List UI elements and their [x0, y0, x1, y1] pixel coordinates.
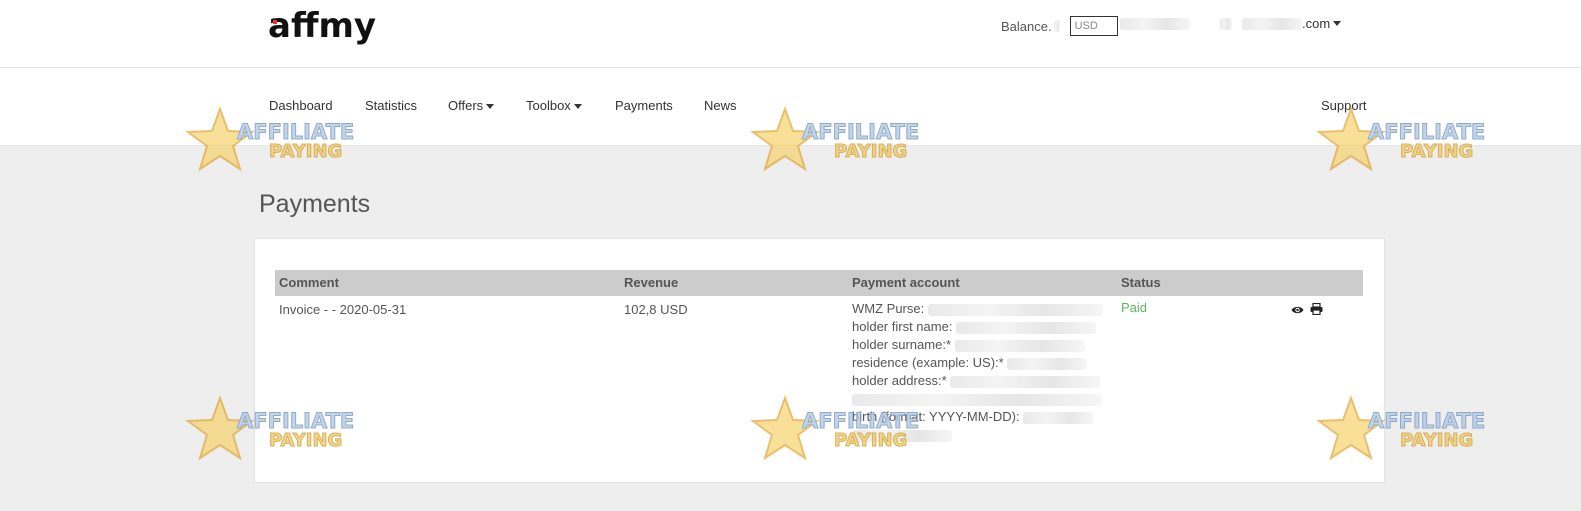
- brand-logo[interactable]: affmy: [268, 6, 376, 46]
- status-badge: Paid: [1121, 300, 1148, 315]
- chevron-down-icon: [573, 104, 582, 110]
- page: affmy Balance. USD .com Dashboard Statis…: [0, 0, 1581, 511]
- nav-support[interactable]: Support: [1321, 98, 1367, 113]
- nav-statistics[interactable]: Statistics: [365, 98, 417, 113]
- balance: Balance. USD: [1001, 16, 1118, 36]
- payment-line: residence (example: US):*: [852, 354, 1112, 372]
- payment-line: holder address:*: [852, 372, 1112, 390]
- column-header-revenue: Revenue: [624, 275, 679, 290]
- eye-icon[interactable]: [1291, 302, 1304, 320]
- account-redacted-3: [1242, 17, 1302, 30]
- payment-line: birth (format: YYYY-MM-DD):: [852, 408, 1112, 426]
- page-title: Payments: [259, 190, 371, 218]
- account-redacted-1: [1120, 17, 1190, 30]
- logo-accent: [273, 20, 277, 24]
- chevron-down-icon: [1333, 21, 1342, 26]
- payment-line: holder surname:*: [852, 336, 1112, 354]
- column-header-comment: Comment: [279, 275, 339, 290]
- nav-toolbox-label: Toolbox: [526, 98, 571, 113]
- payment-line: [852, 426, 1112, 444]
- currency-select-value: USD: [1074, 20, 1098, 32]
- payment-line: [852, 390, 1112, 408]
- column-header-payment-account: Payment account: [852, 275, 960, 290]
- nav-payments[interactable]: Payments: [615, 98, 673, 113]
- table-header: Comment Revenue Payment account Status: [275, 270, 1363, 296]
- watermark-line2: PAYING: [1399, 430, 1474, 452]
- payment-line: holder first name:: [852, 318, 1112, 336]
- nav-news[interactable]: News: [704, 98, 737, 113]
- nav-toolbox[interactable]: Toolbox: [526, 98, 582, 113]
- nav-offers[interactable]: Offers: [448, 98, 495, 113]
- account-redacted-2: [1220, 17, 1232, 30]
- user-account-menu[interactable]: .com: [1120, 16, 1342, 31]
- nav-dashboard[interactable]: Dashboard: [269, 98, 333, 113]
- chevron-down-icon: [486, 104, 495, 110]
- printer-icon[interactable]: [1310, 302, 1323, 320]
- cell-comment: Invoice - - 2020-05-31: [279, 302, 407, 317]
- cell-payment-account: WMZ Purse: holder first name: holder sur…: [852, 300, 1112, 444]
- main-nav: Dashboard Statistics Offers Toolbox Paym…: [0, 68, 1581, 146]
- top-header: affmy Balance. USD .com: [0, 0, 1581, 68]
- nav-offers-label: Offers: [448, 98, 484, 113]
- column-header-status: Status: [1121, 275, 1161, 290]
- payment-line: WMZ Purse:: [852, 300, 1112, 318]
- cell-revenue: 102,8 USD: [624, 302, 688, 317]
- payments-panel: Comment Revenue Payment account Status I…: [254, 238, 1385, 483]
- account-suffix: .com: [1302, 16, 1331, 31]
- balance-label: Balance.: [1001, 18, 1052, 34]
- balance-value-redacted: [1053, 20, 1060, 32]
- currency-select[interactable]: USD: [1069, 16, 1118, 36]
- row-actions: [1291, 302, 1323, 320]
- watermark-line1: AFFILIATE: [1367, 409, 1486, 434]
- logo-text: affmy: [268, 6, 377, 46]
